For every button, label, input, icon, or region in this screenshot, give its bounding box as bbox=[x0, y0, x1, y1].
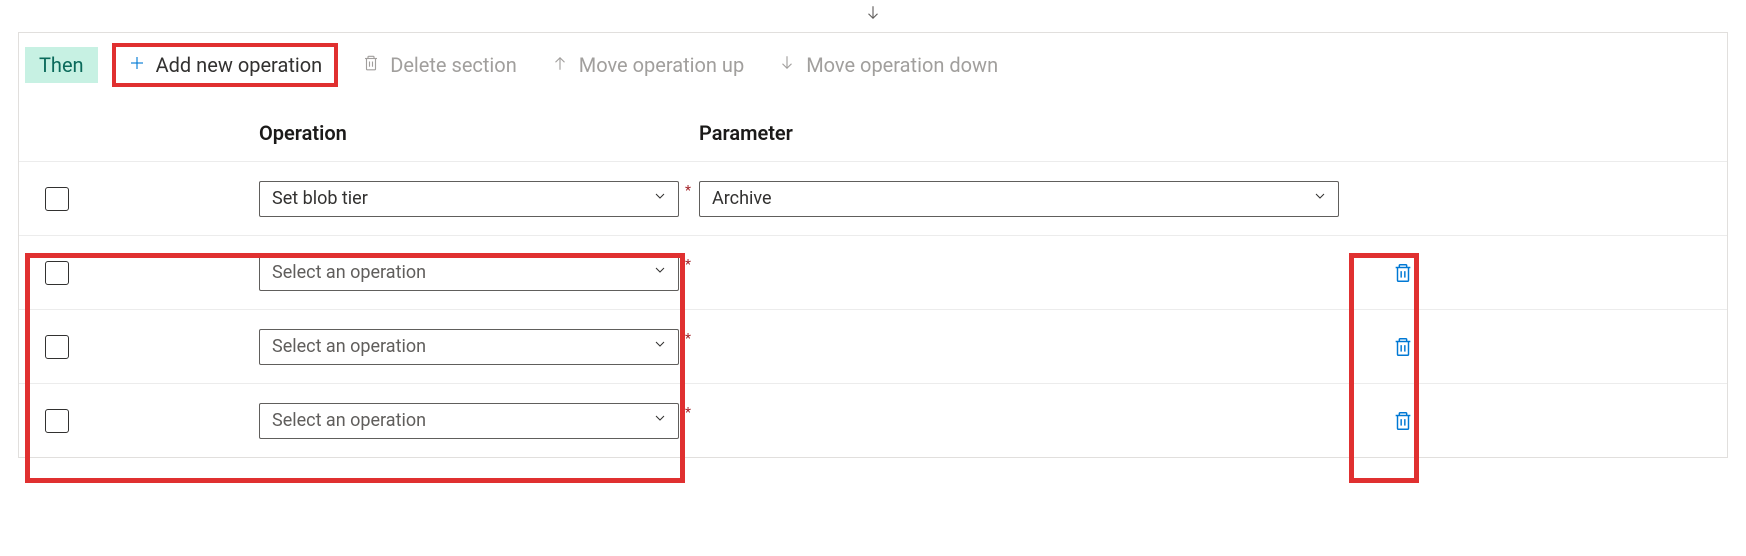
chevron-down-icon bbox=[652, 410, 668, 426]
header-parameter: Parameter bbox=[699, 121, 793, 145]
chevron-down-icon bbox=[652, 336, 668, 352]
move-down-label: Move operation down bbox=[806, 53, 998, 77]
operation-select[interactable]: Set blob tier bbox=[259, 181, 679, 217]
operation-cell: Set blob tier* bbox=[259, 181, 679, 217]
table-row: Select an operation * bbox=[19, 383, 1727, 457]
delete-row-button[interactable] bbox=[1389, 407, 1417, 435]
row-checkbox[interactable] bbox=[45, 335, 69, 359]
required-mark: * bbox=[685, 183, 691, 199]
table-row: Set blob tier*Archive bbox=[19, 161, 1727, 235]
parameter-select[interactable]: Archive bbox=[699, 181, 1339, 217]
checkbox-cell bbox=[19, 335, 259, 359]
header-operation: Operation bbox=[259, 121, 679, 145]
actions-cell bbox=[1339, 333, 1727, 361]
operation-select[interactable]: Select an operation bbox=[259, 403, 679, 439]
operations-table: Set blob tier*ArchiveSelect an operation… bbox=[19, 161, 1727, 457]
operation-cell: Select an operation* bbox=[259, 403, 679, 439]
top-arrow bbox=[0, 0, 1746, 26]
then-section-panel: Then Add new operation Delete bbox=[18, 32, 1728, 458]
add-new-operation-label: Add new operation bbox=[156, 53, 323, 77]
row-checkbox[interactable] bbox=[45, 187, 69, 211]
parameter-cell: Archive bbox=[699, 181, 1339, 217]
trash-icon bbox=[362, 53, 380, 77]
arrow-down-icon bbox=[864, 4, 882, 22]
table-row: Select an operation * bbox=[19, 235, 1727, 309]
chevron-down-icon bbox=[652, 188, 668, 204]
add-new-operation-button[interactable]: Add new operation bbox=[112, 43, 339, 87]
required-mark: * bbox=[685, 257, 691, 273]
required-mark: * bbox=[685, 405, 691, 421]
checkbox-cell bbox=[19, 187, 259, 211]
operation-select-value: Select an operation bbox=[272, 262, 426, 283]
required-mark: * bbox=[685, 331, 691, 347]
operation-select-value: Set blob tier bbox=[272, 188, 368, 209]
chevron-down-icon bbox=[1312, 188, 1328, 204]
delete-section-button[interactable]: Delete section bbox=[352, 47, 527, 83]
move-up-label: Move operation up bbox=[579, 53, 744, 77]
actions-cell bbox=[1339, 407, 1727, 435]
then-chip: Then bbox=[25, 47, 98, 83]
operation-cell: Select an operation* bbox=[259, 329, 679, 365]
delete-row-button[interactable] bbox=[1389, 259, 1417, 287]
move-operation-down-button[interactable]: Move operation down bbox=[768, 47, 1008, 83]
operation-select-value: Select an operation bbox=[272, 410, 426, 431]
parameter-select-value: Archive bbox=[712, 188, 772, 209]
row-checkbox[interactable] bbox=[45, 261, 69, 285]
checkbox-cell bbox=[19, 261, 259, 285]
arrow-down-icon bbox=[778, 53, 796, 77]
column-headers: Operation Parameter bbox=[19, 101, 1727, 161]
arrow-up-icon bbox=[551, 53, 569, 77]
chevron-down-icon bbox=[652, 262, 668, 278]
section-toolbar: Then Add new operation Delete bbox=[19, 33, 1727, 101]
plus-icon bbox=[128, 53, 146, 77]
operation-select[interactable]: Select an operation bbox=[259, 255, 679, 291]
operation-select-value: Select an operation bbox=[272, 336, 426, 357]
table-row: Select an operation * bbox=[19, 309, 1727, 383]
operation-cell: Select an operation* bbox=[259, 255, 679, 291]
row-checkbox[interactable] bbox=[45, 409, 69, 433]
delete-row-button[interactable] bbox=[1389, 333, 1417, 361]
move-operation-up-button[interactable]: Move operation up bbox=[541, 47, 754, 83]
checkbox-cell bbox=[19, 409, 259, 433]
delete-section-label: Delete section bbox=[390, 53, 517, 77]
operation-select[interactable]: Select an operation bbox=[259, 329, 679, 365]
actions-cell bbox=[1339, 259, 1727, 287]
